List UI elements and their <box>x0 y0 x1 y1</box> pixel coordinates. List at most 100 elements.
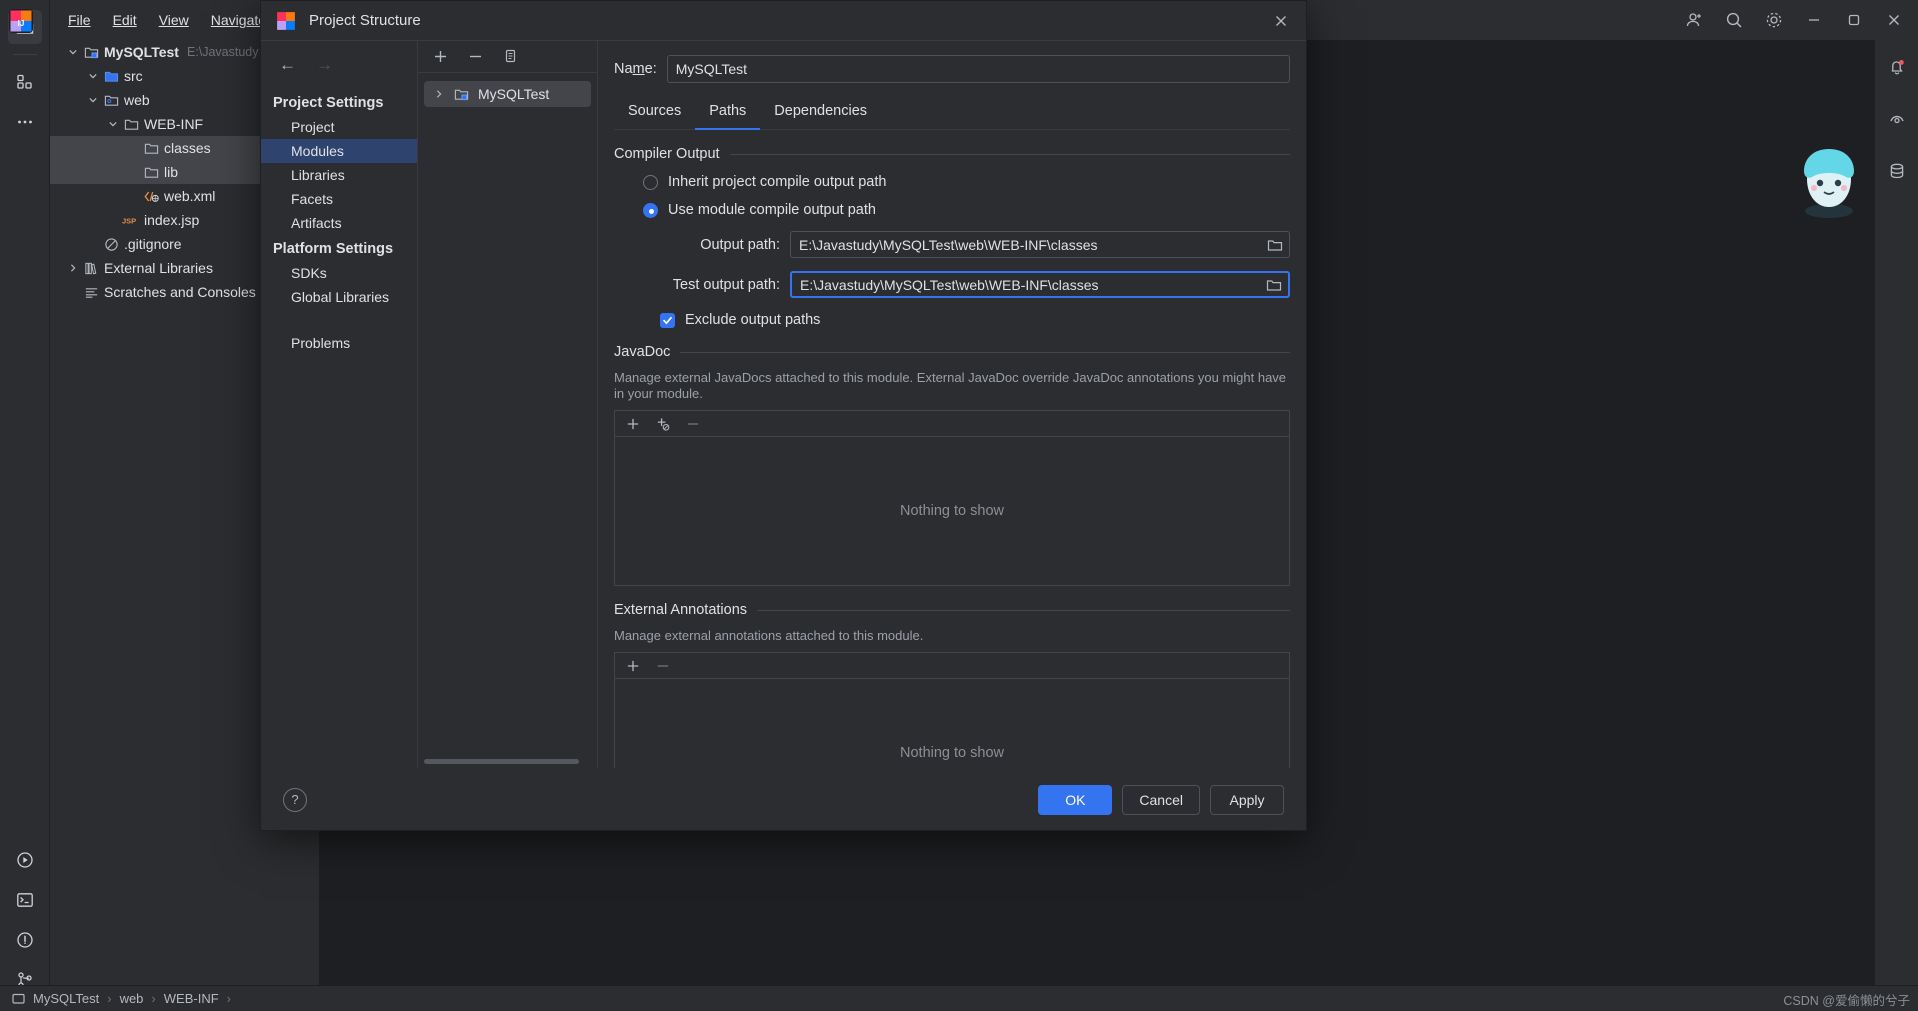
ide-window: Project MySQLTest E:\Javastudy src web WEB-I… <box>0 0 1918 1011</box>
close-icon <box>1276 15 1286 26</box>
sidebar-item-project[interactable]: Project <box>261 115 417 139</box>
chevron-down-icon[interactable] <box>64 47 82 57</box>
more-tool-windows-button[interactable] <box>8 105 42 139</box>
browse-folder-icon[interactable] <box>1264 277 1284 293</box>
breadcrumb-separator: › <box>226 991 231 1006</box>
menu-edit[interactable]: Edit <box>103 8 147 32</box>
inherit-output-radio-row[interactable]: Inherit project compile output path <box>643 174 1290 190</box>
cancel-button[interactable]: Cancel <box>1122 784 1200 815</box>
chevron-down-icon[interactable] <box>104 119 122 129</box>
add-url-icon[interactable] <box>655 416 671 432</box>
use-module-output-radio[interactable] <box>643 202 658 218</box>
sidebar-item-libraries[interactable]: Libraries <box>261 163 417 187</box>
chevron-right-icon[interactable] <box>430 89 448 99</box>
minimize-button[interactable] <box>1796 4 1832 36</box>
breadcrumb-item-1[interactable]: web <box>120 991 144 1006</box>
test-output-path-input[interactable]: E:\Javastudy\MySQLTest\web\WEB-INF\class… <box>790 271 1290 298</box>
status-bar: MySQLTest › web › WEB-INF › <box>0 985 1918 1011</box>
javadoc-empty-list[interactable]: Nothing to show <box>614 436 1290 586</box>
exclude-output-paths-row[interactable]: Exclude output paths <box>660 312 1290 328</box>
sidebar-item-modules[interactable]: Modules <box>261 139 417 163</box>
dialog-title-bar: Project Structure <box>261 1 1306 41</box>
copy-icon[interactable] <box>502 48 519 65</box>
module-tabs: Sources Paths Dependencies <box>614 97 1290 130</box>
use-module-output-radio-row[interactable]: Use module compile output path <box>643 202 1290 218</box>
notifications-icon[interactable] <box>1880 50 1914 84</box>
test-output-path-value: E:\Javastudy\MySQLTest\web\WEB-INF\class… <box>800 276 1099 293</box>
sidebar-item-sdks[interactable]: SDKs <box>261 261 417 285</box>
search-icon[interactable] <box>1716 4 1752 36</box>
maximize-button[interactable] <box>1836 4 1872 36</box>
external-annotations-toolbar <box>614 652 1290 678</box>
apply-button[interactable]: Apply <box>1210 784 1284 815</box>
add-icon[interactable] <box>432 48 449 65</box>
tree-item-label: Scratches and Consoles <box>104 284 256 300</box>
tab-sources[interactable]: Sources <box>614 97 695 130</box>
structure-tool-window-button[interactable] <box>8 65 42 99</box>
breadcrumb-separator: › <box>151 991 156 1006</box>
dialog-footer: ? OK Cancel Apply <box>261 768 1306 830</box>
breadcrumb-item-0[interactable]: MySQLTest <box>33 991 99 1006</box>
back-arrow-icon[interactable]: ← <box>279 55 296 75</box>
gear-icon[interactable] <box>1756 4 1792 36</box>
breadcrumb-separator: › <box>107 991 112 1006</box>
tree-item-label: .gitignore <box>124 236 182 252</box>
inherit-output-label: Inherit project compile output path <box>668 174 887 190</box>
sidebar-item-label: SDKs <box>291 265 327 281</box>
module-name-input[interactable]: MySQLTest <box>666 55 1290 83</box>
remove-icon[interactable] <box>467 48 484 65</box>
tab-dependencies[interactable]: Dependencies <box>760 97 881 130</box>
chevron-down-icon[interactable] <box>84 95 102 105</box>
browse-folder-icon[interactable] <box>1265 237 1285 253</box>
breadcrumb-item-2[interactable]: WEB-INF <box>164 991 219 1006</box>
ok-button[interactable]: OK <box>1038 784 1113 815</box>
run-tool-window-button[interactable] <box>8 843 42 877</box>
module-list-item[interactable]: MySQLTest <box>424 81 591 107</box>
section-divider <box>729 153 1290 155</box>
remove-icon[interactable] <box>655 658 671 674</box>
add-icon[interactable] <box>625 416 641 432</box>
account-icon[interactable] <box>1676 4 1712 36</box>
exclude-output-paths-checkbox[interactable] <box>660 312 675 328</box>
dialog-close-button[interactable] <box>1266 6 1296 36</box>
section-divider <box>680 351 1290 353</box>
sidebar-item-facets[interactable]: Facets <box>261 187 417 211</box>
remove-icon[interactable] <box>685 416 701 432</box>
chevron-down-icon[interactable] <box>84 71 102 81</box>
sidebar-item-label: Libraries <box>291 167 345 183</box>
output-path-input[interactable]: E:\Javastudy\MySQLTest\web\WEB-INF\class… <box>790 231 1290 258</box>
problems-tool-window-button[interactable] <box>8 923 42 957</box>
tree-item-label: WEB-INF <box>144 116 204 132</box>
sidebar-item-global-libraries[interactable]: Global Libraries <box>261 285 417 309</box>
terminal-tool-window-button[interactable] <box>8 883 42 917</box>
sidebar-item-problems[interactable]: Problems <box>261 331 417 355</box>
output-path-row: Output path: E:\Javastudy\MySQLTest\web\… <box>614 231 1290 258</box>
add-icon[interactable] <box>625 658 641 674</box>
close-window-button[interactable] <box>1876 4 1912 36</box>
use-module-output-label: Use module compile output path <box>668 202 876 218</box>
more-horizontal-icon <box>17 120 32 124</box>
tab-paths[interactable]: Paths <box>695 97 761 130</box>
inherit-output-radio[interactable] <box>643 174 658 190</box>
ai-assistant-icon[interactable] <box>1880 102 1914 136</box>
module-list-panel: MySQLTest <box>418 41 598 768</box>
tree-item-label: web <box>124 92 150 108</box>
tree-item-label: classes <box>164 140 211 156</box>
forward-arrow-icon[interactable]: → <box>316 55 333 75</box>
sidebar-item-label: Global Libraries <box>291 289 390 305</box>
tree-item-label: web.xml <box>164 188 216 204</box>
sidebar-item-artifacts[interactable]: Artifacts <box>261 211 417 235</box>
help-button[interactable]: ? <box>283 787 307 812</box>
module-list-scrollbar[interactable] <box>424 759 579 764</box>
dialog-title: Project Structure <box>309 12 421 29</box>
database-icon[interactable] <box>1880 154 1914 188</box>
terminal-icon <box>16 893 33 907</box>
javadoc-header: JavaDoc <box>614 344 1290 360</box>
menu-view[interactable]: View <box>149 8 199 32</box>
external-annotations-empty-text: Nothing to show <box>900 745 1004 761</box>
menu-file[interactable]: File <box>58 8 101 32</box>
sidebar-item-label: Project <box>291 119 335 135</box>
external-annotations-empty-list[interactable]: Nothing to show <box>614 678 1290 768</box>
chevron-right-icon[interactable] <box>64 263 82 273</box>
xml-file-icon <box>142 189 160 204</box>
